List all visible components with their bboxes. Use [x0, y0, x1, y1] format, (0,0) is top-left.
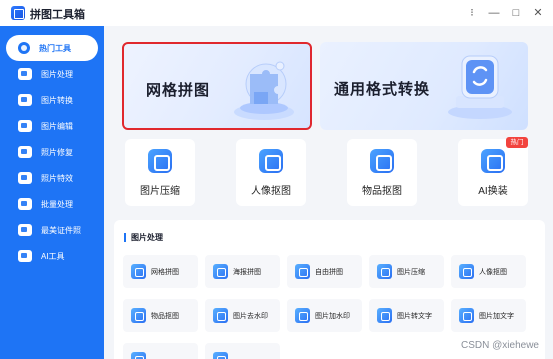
grid-item-label: 图片压缩 — [397, 268, 425, 276]
sidebar-item-label: 图片编辑 — [41, 121, 73, 131]
sidebar-item-photo-effects[interactable]: 照片特效 — [6, 165, 98, 191]
image-to-text-icon — [377, 308, 392, 323]
ai-outfit-icon — [481, 149, 505, 173]
tool-card-object-cutout[interactable]: 物品抠图 — [347, 139, 417, 206]
grid-item-image-compress[interactable]: 图片压缩 — [369, 255, 444, 288]
compress-icon — [377, 264, 392, 279]
sidebar-item-image-processing[interactable]: 图片处理 — [6, 61, 98, 87]
portrait-cutout-icon — [259, 149, 283, 173]
sidebar-item-label: 照片特效 — [41, 173, 73, 183]
window-controls: ⁝ — □ ✕ — [463, 4, 547, 22]
banner-title: 网格拼图 — [146, 82, 211, 99]
grid-item-add-watermark[interactable]: 图片加水印 — [287, 299, 362, 332]
app-title: 拼图工具箱 — [30, 9, 85, 21]
tool-card-ai-outfit[interactable]: AI换装 — [458, 139, 528, 206]
tool-card-image-compress[interactable]: 图片压缩 — [125, 139, 195, 206]
grid-item-grid-collage[interactable]: 网格拼图 — [123, 255, 198, 288]
grid-item-add-text[interactable]: 图片加文字 — [451, 299, 526, 332]
poster-collage-icon — [213, 264, 228, 279]
sidebar-item-image-convert[interactable]: 图片转换 — [6, 87, 98, 113]
image-convert-icon — [18, 94, 32, 106]
grid-item-label: 海报拼图 — [233, 268, 261, 276]
app-window: 拼图工具箱 ⁝ — □ ✕ 热门工具 图片处理 图片转换 图片编辑 照片修复 照… — [0, 0, 553, 359]
sidebar-item-label: 照片修复 — [41, 147, 73, 157]
compress-icon — [148, 149, 172, 173]
grid-item-label: 物品抠图 — [151, 312, 179, 320]
main-content: 网格拼图 通用格式转换 图片压缩 人像抠图 物品抠图 AI换装 热门 图片处理 … — [104, 26, 553, 359]
grid-item-image-to-text[interactable]: 图片转文字 — [369, 299, 444, 332]
sidebar-item-label: 图片转换 — [41, 95, 73, 105]
close-icon[interactable]: ✕ — [529, 4, 547, 22]
grid-item-partial[interactable] — [123, 343, 198, 359]
watermark-text: CSDN @xiehewe — [461, 340, 539, 351]
puzzle-illustration-icon — [234, 61, 294, 120]
portrait-cutout-icon — [459, 264, 474, 279]
section-title: 图片处理 — [124, 233, 163, 242]
add-watermark-icon — [295, 308, 310, 323]
sidebar: 热门工具 图片处理 图片转换 图片编辑 照片修复 照片特效 批量处理 最美证件照… — [0, 26, 104, 359]
sidebar-item-label: AI工具 — [41, 251, 65, 261]
grid-collage-banner[interactable]: 网格拼图 — [122, 42, 312, 130]
sidebar-item-photo-repair[interactable]: 照片修复 — [6, 139, 98, 165]
maximize-icon[interactable]: □ — [507, 4, 525, 22]
minimize-icon[interactable]: — — [485, 4, 503, 22]
tool-card-label: AI换装 — [478, 186, 508, 197]
tool-icon — [131, 352, 146, 359]
tool-card-label: 人像抠图 — [251, 186, 291, 197]
format-convert-banner[interactable]: 通用格式转换 — [320, 42, 528, 130]
grid-item-label: 图片加水印 — [315, 312, 350, 320]
grid-item-free-collage[interactable]: 自由拼图 — [287, 255, 362, 288]
tool-card-label: 图片压缩 — [140, 186, 180, 197]
ai-tools-icon — [18, 250, 32, 262]
sidebar-item-label: 最美证件照 — [41, 225, 81, 235]
image-processing-section: 图片处理 网格拼图 海报拼图 自由拼图 图片压缩 人像抠图 物品抠图 图片去水印… — [114, 220, 545, 359]
app-logo-icon — [11, 6, 25, 20]
sidebar-item-hot-tools[interactable]: 热门工具 — [6, 35, 98, 61]
photo-effects-icon — [18, 172, 32, 184]
hot-tools-icon — [18, 42, 30, 54]
grid-item-label: 图片加文字 — [479, 312, 514, 320]
photo-repair-icon — [18, 146, 32, 158]
grid-item-portrait-cutout[interactable]: 人像抠图 — [451, 255, 526, 288]
hot-badge: 热门 — [506, 137, 528, 148]
batch-icon — [18, 198, 32, 210]
sidebar-item-image-edit[interactable]: 图片编辑 — [6, 113, 98, 139]
image-edit-icon — [18, 120, 32, 132]
sidebar-item-batch[interactable]: 批量处理 — [6, 191, 98, 217]
tool-card-portrait-cutout[interactable]: 人像抠图 — [236, 139, 306, 206]
grid-item-label: 图片转文字 — [397, 312, 432, 320]
object-cutout-icon — [131, 308, 146, 323]
object-cutout-icon — [370, 149, 394, 173]
more-menu-icon[interactable]: ⁝ — [463, 4, 481, 22]
tool-icon — [213, 352, 228, 359]
grid-item-label: 人像抠图 — [479, 268, 507, 276]
grid-item-label: 自由拼图 — [315, 268, 343, 276]
grid-item-label: 网格拼图 — [151, 268, 179, 276]
id-photo-icon — [18, 224, 32, 236]
remove-watermark-icon — [213, 308, 228, 323]
sidebar-item-id-photo[interactable]: 最美证件照 — [6, 217, 98, 243]
grid-item-label: 图片去水印 — [233, 312, 268, 320]
tool-card-label: 物品抠图 — [362, 186, 402, 197]
grid-collage-icon — [131, 264, 146, 279]
grid-item-object-cutout[interactable]: 物品抠图 — [123, 299, 198, 332]
banner-title: 通用格式转换 — [334, 81, 431, 98]
grid-item-remove-watermark[interactable]: 图片去水印 — [205, 299, 280, 332]
sidebar-item-ai-tools[interactable]: AI工具 — [6, 243, 98, 269]
convert-illustration-icon — [448, 55, 512, 119]
grid-item-partial[interactable] — [205, 343, 280, 359]
sidebar-item-label: 图片处理 — [41, 69, 73, 79]
title-bar: 拼图工具箱 ⁝ — □ ✕ — [0, 0, 553, 26]
grid-item-poster-collage[interactable]: 海报拼图 — [205, 255, 280, 288]
sidebar-item-label: 批量处理 — [41, 199, 73, 209]
add-text-icon — [459, 308, 474, 323]
sidebar-item-label: 热门工具 — [39, 43, 71, 53]
image-processing-icon — [18, 68, 32, 80]
free-collage-icon — [295, 264, 310, 279]
